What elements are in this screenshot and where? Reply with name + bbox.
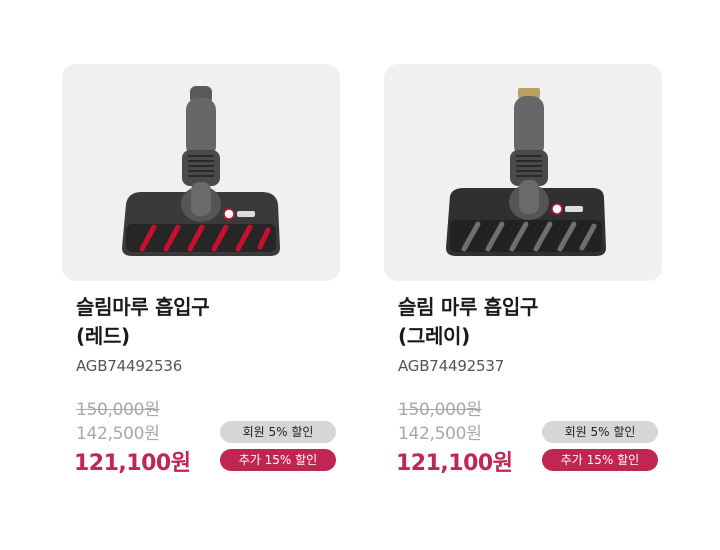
- product-title[interactable]: 슬림 마루 흡입구 (그레이): [398, 293, 662, 351]
- extra-discount-badge: 추가 15% 할인: [220, 449, 336, 471]
- member-price: 142,500원: [76, 424, 160, 444]
- product-image[interactable]: [62, 64, 340, 281]
- price-block: 150,000원 142,500원 121,100원 회원 5% 할인 추가 1…: [74, 395, 340, 479]
- original-price: 150,000원: [76, 400, 160, 420]
- product-image[interactable]: [384, 64, 662, 281]
- product-title-line2[interactable]: (레드): [76, 322, 340, 351]
- member-discount-badge: 회원 5% 할인: [542, 421, 658, 443]
- vacuum-nozzle-red-image: [122, 86, 280, 256]
- product-title-line1[interactable]: 슬림 마루 흡입구: [398, 293, 662, 322]
- member-discount-badge: 회원 5% 할인: [220, 421, 336, 443]
- product-sku: AGB74492537: [398, 357, 505, 375]
- final-price: 121,100원: [74, 451, 191, 476]
- member-price: 142,500원: [398, 424, 482, 444]
- product-title-line2[interactable]: (그레이): [398, 322, 662, 351]
- product-title-line1[interactable]: 슬림마루 흡입구: [76, 293, 340, 322]
- extra-discount-badge: 추가 15% 할인: [542, 449, 658, 471]
- original-price: 150,000원: [398, 400, 482, 420]
- product-title[interactable]: 슬림마루 흡입구 (레드): [76, 293, 340, 351]
- product-card[interactable]: 슬림마루 흡입구 (레드) AGB74492536 150,000원 142,5…: [62, 64, 340, 479]
- price-block: 150,000원 142,500원 121,100원 회원 5% 할인 추가 1…: [396, 395, 662, 479]
- product-card[interactable]: 슬림 마루 흡입구 (그레이) AGB74492537 150,000원 142…: [384, 64, 662, 479]
- product-sku: AGB74492536: [76, 357, 183, 375]
- vacuum-nozzle-grey-image: [446, 88, 606, 256]
- final-price: 121,100원: [396, 451, 513, 476]
